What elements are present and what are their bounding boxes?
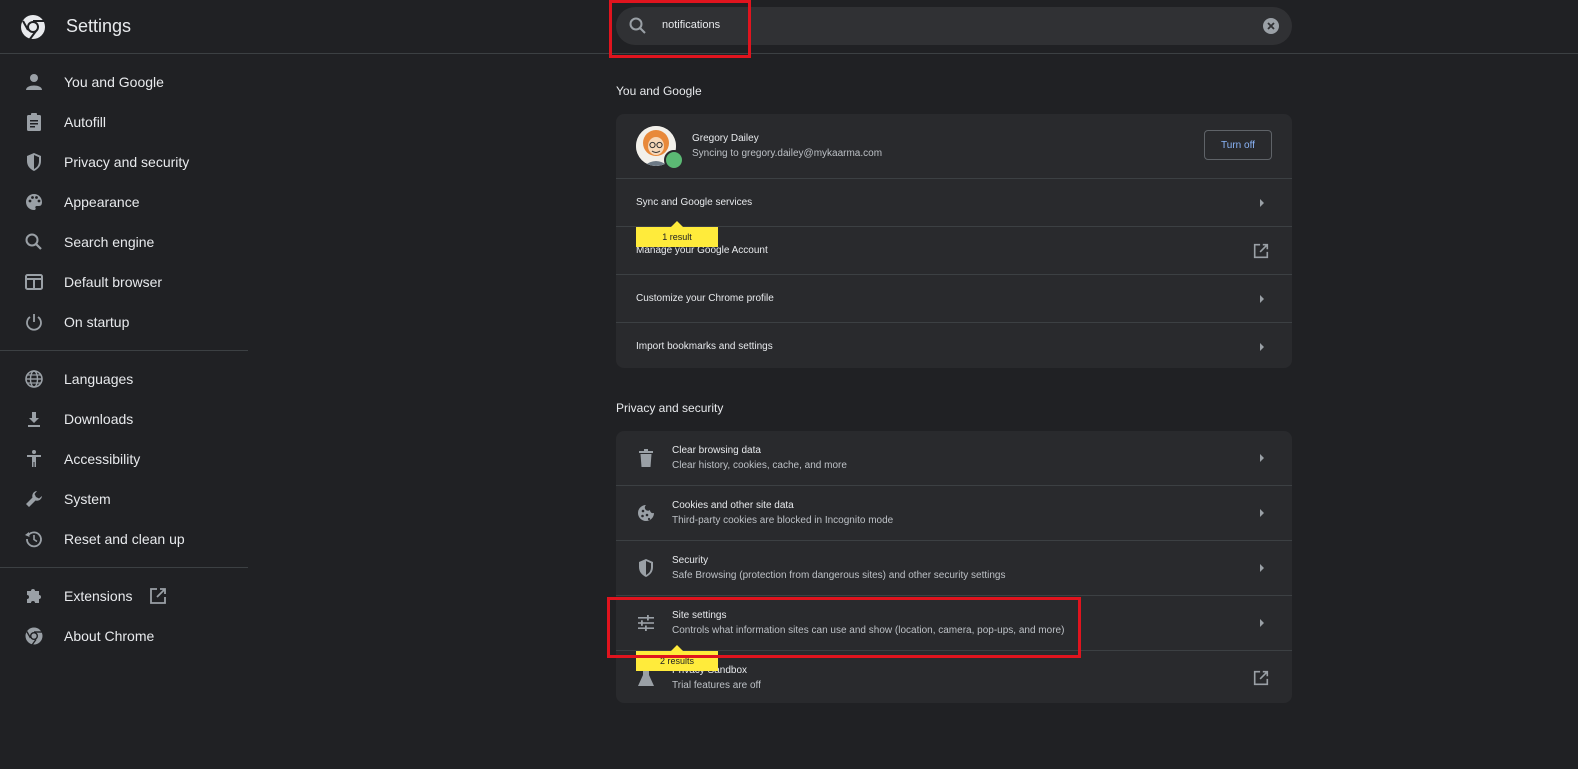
search-icon xyxy=(25,233,42,250)
cookies-row[interactable]: Cookies and other site data Third-party … xyxy=(616,485,1292,540)
chevron-right-icon xyxy=(1260,619,1264,627)
sidebar-item-label: You and Google xyxy=(64,74,164,90)
person-icon xyxy=(26,74,42,90)
sidebar-item-label: Languages xyxy=(64,371,134,387)
row-label: Customize your Chrome profile xyxy=(636,293,774,304)
browser-window-icon xyxy=(25,274,43,290)
sidebar-divider xyxy=(0,350,248,351)
row-label: Sync and Google services xyxy=(636,197,753,208)
sidebar-item-accessibility[interactable]: Accessibility xyxy=(0,439,248,479)
sidebar-item-extensions[interactable]: Extensions xyxy=(0,576,248,616)
sync-badge-icon xyxy=(664,150,684,170)
section-title-privacy: Privacy and security xyxy=(616,401,724,415)
sidebar-item-about-chrome[interactable]: About Chrome xyxy=(0,616,248,656)
row-subtitle: Safe Browsing (protection from dangerous… xyxy=(672,570,1006,581)
accessibility-icon xyxy=(27,450,41,467)
sidebar-item-autofill[interactable]: Autofill xyxy=(0,102,248,142)
sidebar-item-label: System xyxy=(64,491,111,507)
turn-off-sync-button[interactable]: Turn off xyxy=(1204,130,1272,160)
search-result-bubble: 1 result xyxy=(636,221,718,247)
globe-icon xyxy=(25,370,43,388)
chevron-right-icon xyxy=(1260,509,1264,517)
sidebar-item-on-startup[interactable]: On startup xyxy=(0,302,248,342)
sidebar-item-label: Privacy and security xyxy=(64,154,190,170)
row-subtitle: Controls what information sites can use … xyxy=(672,625,1065,636)
row-title: Clear browsing data xyxy=(672,445,761,456)
sidebar-item-label: Downloads xyxy=(64,411,134,427)
profile-name: Gregory Dailey xyxy=(692,133,759,144)
wrench-icon xyxy=(26,491,42,507)
sidebar-item-label: Accessibility xyxy=(64,451,141,467)
sidebar-item-you-and-google[interactable]: You and Google xyxy=(0,62,248,102)
top-bar: Settings notifications xyxy=(0,0,1578,54)
chrome-icon xyxy=(25,627,43,646)
trash-icon xyxy=(639,449,653,467)
sidebar-item-label: On startup xyxy=(64,314,130,330)
row-label: Import bookmarks and settings xyxy=(636,341,773,352)
external-link-icon xyxy=(150,588,166,604)
row-title: Cookies and other site data xyxy=(672,500,794,511)
section-title-you-and-google: You and Google xyxy=(616,84,702,98)
sidebar-item-search-engine[interactable]: Search engine xyxy=(0,222,248,262)
sidebar-item-languages[interactable]: Languages xyxy=(0,359,248,399)
sidebar-item-label: Appearance xyxy=(64,194,140,210)
customize-chrome-profile-row[interactable]: Customize your Chrome profile xyxy=(616,274,1292,322)
app-title: Settings xyxy=(66,16,132,36)
cookie-icon xyxy=(638,505,654,521)
power-icon xyxy=(26,314,42,331)
sidebar-item-reset[interactable]: Reset and clean up xyxy=(0,519,248,559)
sidebar-item-privacy[interactable]: Privacy and security xyxy=(0,142,248,182)
sidebar-item-system[interactable]: System xyxy=(0,479,248,519)
row-subtitle: Third-party cookies are blocked in Incog… xyxy=(672,515,894,526)
history-icon xyxy=(25,531,42,548)
import-bookmarks-row[interactable]: Import bookmarks and settings xyxy=(616,322,1292,368)
sync-and-google-services-row[interactable]: Sync and Google services xyxy=(616,178,1292,226)
search-result-bubble: 2 results xyxy=(636,645,718,671)
chevron-right-icon xyxy=(1260,295,1264,303)
chrome-logo-icon xyxy=(21,15,45,40)
shield-icon xyxy=(27,153,41,171)
sidebar-item-downloads[interactable]: Downloads xyxy=(0,399,248,439)
chevron-right-icon xyxy=(1260,564,1264,572)
flask-icon xyxy=(638,670,654,686)
clear-browsing-data-row[interactable]: Clear browsing data Clear history, cooki… xyxy=(616,431,1292,485)
sidebar-item-label: Reset and clean up xyxy=(64,531,185,547)
sidebar-item-label: Search engine xyxy=(64,234,155,250)
sidebar-item-label: About Chrome xyxy=(64,628,155,644)
search-box[interactable]: notifications xyxy=(616,7,1292,45)
chevron-right-icon xyxy=(1260,454,1264,462)
sidebar-item-label: Autofill xyxy=(64,114,107,130)
puzzle-icon xyxy=(27,589,41,603)
profile-sync-status: Syncing to gregory.dailey@mykaarma.com xyxy=(692,148,883,159)
chevron-right-icon xyxy=(1260,199,1264,207)
external-link-icon xyxy=(1253,670,1269,686)
shield-icon xyxy=(639,559,653,577)
search-input[interactable]: notifications xyxy=(662,19,720,31)
sidebar-item-appearance[interactable]: Appearance xyxy=(0,182,248,222)
sidebar-item-label: Default browser xyxy=(64,274,163,290)
sliders-icon xyxy=(638,615,654,631)
row-subtitle: Trial features are off xyxy=(672,680,761,691)
external-link-icon xyxy=(1253,243,1269,259)
site-settings-row[interactable]: Site settings Controls what information … xyxy=(616,595,1292,650)
row-title: Security xyxy=(672,555,709,566)
sidebar-divider xyxy=(0,567,248,568)
sidebar: You and Google Autofill Privacy and secu… xyxy=(0,62,248,656)
security-row[interactable]: Security Safe Browsing (protection from … xyxy=(616,540,1292,595)
clipboard-icon xyxy=(27,113,41,131)
palette-icon xyxy=(26,194,42,210)
sidebar-item-default-browser[interactable]: Default browser xyxy=(0,262,248,302)
sidebar-item-label: Extensions xyxy=(64,588,133,604)
row-title: Site settings xyxy=(672,610,727,621)
search-icon xyxy=(629,17,646,34)
clear-search-icon[interactable] xyxy=(1262,17,1280,35)
chevron-right-icon xyxy=(1260,343,1264,351)
profile-row: Gregory Dailey Syncing to gregory.dailey… xyxy=(616,114,1292,178)
download-icon xyxy=(28,412,40,427)
row-subtitle: Clear history, cookies, cache, and more xyxy=(672,460,847,471)
